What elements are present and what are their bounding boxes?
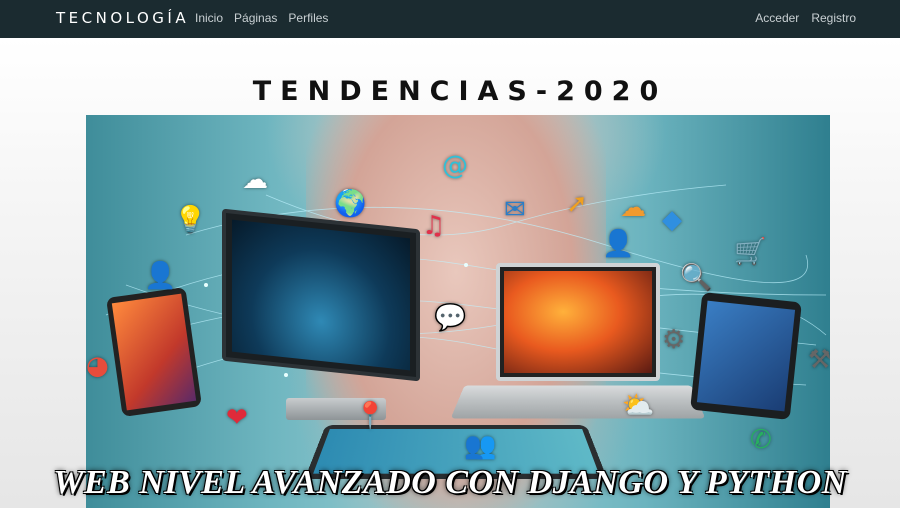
tablet-right [690, 292, 802, 420]
music-note-icon: ♫ [422, 211, 446, 241]
gear-icon: ⚙ [662, 325, 686, 355]
arrow-icon: ➚ [566, 189, 588, 219]
page-title: TENDENCIAS-2020 [252, 76, 668, 107]
nav-link-registro[interactable]: Registro [811, 11, 856, 25]
laptop-keyboard [450, 385, 706, 419]
at-sign-icon: @ [442, 151, 468, 181]
brand-logo[interactable]: TECNOLOGÍA [56, 9, 189, 27]
smartphone [106, 287, 202, 417]
lightbulb-icon: 💡 [174, 205, 207, 235]
heart-icon: ❤ [226, 403, 248, 433]
banner-caption: WEB NIVEL AVANZADO CON DJANGO Y PYTHON [53, 464, 847, 501]
nav-link-perfiles[interactable]: Perfiles [288, 11, 328, 25]
hero-banner-image: ☁ @ 🌍 💡 ♫ ✉ ➚ ☁ ◆ 👤 🛒 🔍 💬 ⚙ ⚒ 👤 ◕ ❤ 📍 👥 ⛅ ✆ [86, 115, 830, 508]
weather-icon: ⛅ [622, 391, 655, 421]
nav-link-paginas[interactable]: Páginas [234, 11, 277, 25]
envelope-icon: ✉ [504, 195, 526, 225]
nav-link-acceder[interactable]: Acceder [755, 11, 799, 25]
main-nav: Inicio Páginas Perfiles [195, 11, 328, 25]
magnifier-icon: 🔍 [680, 263, 713, 293]
globe-icon: 🌍 [334, 189, 367, 219]
chat-bubble-icon: 💬 [434, 303, 467, 333]
nav-link-inicio[interactable]: Inicio [195, 11, 223, 25]
shopping-cart-icon: 🛒 [734, 237, 767, 267]
phone-icon: ✆ [750, 425, 772, 455]
pie-chart-icon: ◕ [86, 351, 109, 381]
desktop-monitor [222, 208, 420, 382]
location-pin-icon: 📍 [354, 401, 387, 431]
laptop-screen [496, 263, 660, 381]
tools-icon: ⚒ [808, 345, 830, 375]
cloud-download-icon: ☁ [242, 165, 268, 195]
diamond-icon: ◆ [662, 205, 682, 235]
group-icon: 👥 [464, 431, 497, 461]
user-icon: 👤 [602, 229, 635, 259]
user-left-icon: 👤 [144, 261, 177, 291]
auth-nav: Acceder Registro [755, 11, 856, 25]
top-navbar: TECNOLOGÍA Inicio Páginas Perfiles Acced… [0, 0, 900, 38]
cloud-icon: ☁ [620, 193, 646, 223]
